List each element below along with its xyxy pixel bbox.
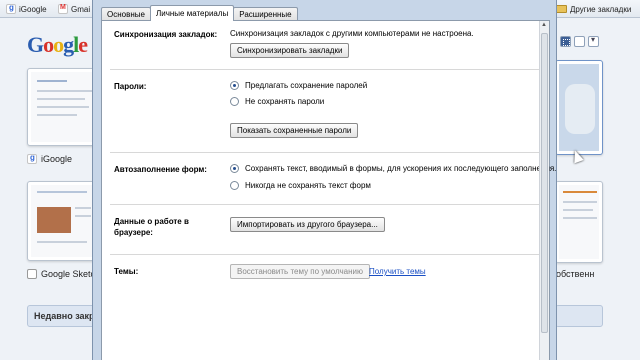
most-visited-thumbnail[interactable] bbox=[555, 60, 603, 155]
sync-status-text: Синхронизация закладок с другими компьют… bbox=[230, 29, 474, 38]
dialog-tabs: Основные Личные материалы Расширенные bbox=[101, 5, 298, 21]
never-save-form-text-label: Никогда не сохранять текст форм bbox=[245, 181, 371, 190]
scrollbar-thumb[interactable] bbox=[541, 33, 548, 333]
offer-save-passwords-label: Предлагать сохранение паролей bbox=[245, 81, 368, 90]
thumbnail-title: iGoogle bbox=[41, 154, 73, 164]
passwords-section: Пароли: Предлагать сохранение паролей Не… bbox=[114, 77, 538, 141]
recently-closed-section[interactable]: Недавно закр bbox=[27, 305, 99, 327]
thumbnail-preview bbox=[31, 185, 93, 257]
folder-icon bbox=[556, 5, 567, 13]
radio-unchecked-icon[interactable] bbox=[230, 181, 239, 190]
themes-label: Темы: bbox=[114, 267, 139, 276]
thumbnail-preview bbox=[31, 72, 93, 142]
vertical-scrollbar[interactable]: ▲ bbox=[539, 21, 549, 360]
igoogle-favicon-icon bbox=[6, 3, 16, 14]
themes-section: Темы: Восстановить тему по умолчанию Пол… bbox=[114, 263, 538, 287]
recently-closed-section bbox=[555, 305, 603, 327]
thumbnail-image bbox=[37, 207, 71, 233]
sync-bookmarks-button[interactable]: Синхронизировать закладки bbox=[230, 43, 350, 58]
autofill-section: Автозаполнение форм: Сохранять текст, вв… bbox=[114, 161, 556, 197]
never-save-form-text-option[interactable]: Никогда не сохранять текст форм bbox=[230, 181, 371, 190]
section-divider bbox=[110, 69, 543, 70]
recently-closed-label: Недавно закр bbox=[34, 311, 95, 321]
thumbnail-title-row[interactable]: Google Sketch bbox=[27, 269, 100, 279]
thumbnail-preview bbox=[559, 64, 599, 151]
google-logo: Google bbox=[27, 32, 88, 57]
tab-under-the-hood[interactable]: Расширенные bbox=[233, 7, 298, 21]
import-from-browser-button[interactable]: Импортировать из другого браузера... bbox=[230, 217, 385, 232]
tab-basics[interactable]: Основные bbox=[101, 7, 151, 21]
thumbnail-preview bbox=[559, 185, 599, 259]
never-save-passwords-option[interactable]: Не сохранять пароли bbox=[230, 97, 324, 106]
scroll-up-arrow-icon[interactable]: ▲ bbox=[541, 22, 547, 28]
radio-checked-icon[interactable] bbox=[230, 164, 239, 173]
thumbnail-title-row[interactable]: обственн bbox=[556, 269, 594, 279]
menu-dropdown-icon[interactable] bbox=[588, 35, 599, 47]
thumbnail-view-icon[interactable] bbox=[560, 36, 571, 47]
save-form-text-option[interactable]: Сохранять текст, вводимый в формы, для у… bbox=[230, 164, 556, 173]
radio-checked-icon[interactable] bbox=[230, 81, 239, 90]
autofill-label: Автозаполнение форм: bbox=[114, 165, 207, 174]
thumbnail-title: обственн bbox=[556, 269, 595, 279]
radio-unchecked-icon[interactable] bbox=[230, 97, 239, 106]
options-dialog: Основные Личные материалы Расширенные Си… bbox=[92, 0, 557, 360]
most-visited-thumbnail[interactable] bbox=[27, 181, 97, 261]
show-saved-passwords-button[interactable]: Показать сохраненные пароли bbox=[230, 123, 359, 138]
other-bookmarks-label: Другие закладки bbox=[570, 4, 632, 14]
reset-theme-button[interactable]: Восстановить тему по умолчанию bbox=[230, 264, 370, 279]
bookmark-label: Gmai bbox=[71, 4, 91, 14]
list-view-icon[interactable] bbox=[574, 36, 585, 47]
section-divider bbox=[110, 204, 543, 205]
never-save-passwords-label: Не сохранять пароли bbox=[245, 97, 325, 106]
offer-save-passwords-option[interactable]: Предлагать сохранение паролей bbox=[230, 81, 367, 90]
bookmark-igoogle[interactable]: iGoogle bbox=[6, 3, 47, 15]
ntp-view-buttons bbox=[560, 35, 599, 47]
section-divider bbox=[110, 152, 543, 153]
tab-content-personal-stuff: Синхронизация закладок: Синхронизация за… bbox=[101, 20, 556, 360]
tab-personal-stuff[interactable]: Личные материалы bbox=[149, 5, 235, 21]
thumbnail-title-row[interactable]: iGoogle bbox=[27, 153, 73, 164]
other-bookmarks-button[interactable]: Другие закладки bbox=[556, 3, 631, 15]
passwords-label: Пароли: bbox=[114, 82, 147, 91]
gmail-favicon-icon bbox=[58, 4, 68, 14]
most-visited-thumbnail[interactable] bbox=[555, 181, 603, 263]
sync-section: Синхронизация закладок: Синхронизация за… bbox=[114, 27, 538, 67]
map-region bbox=[565, 84, 595, 134]
save-form-text-label: Сохранять текст, вводимый в формы, для у… bbox=[245, 164, 557, 173]
section-divider bbox=[110, 254, 543, 255]
bookmark-label: iGoogle bbox=[19, 4, 47, 14]
bookmark-gmail[interactable]: Gmai bbox=[58, 3, 90, 15]
browsing-data-section: Данные о работе в браузере: Импортироват… bbox=[114, 213, 538, 247]
browsing-data-label: Данные о работе в браузере: bbox=[114, 217, 189, 237]
sync-label: Синхронизация закладок: bbox=[114, 30, 218, 39]
get-themes-link[interactable]: Получить темы bbox=[369, 267, 426, 276]
page-favicon-icon bbox=[27, 269, 37, 279]
igoogle-favicon-icon bbox=[27, 153, 37, 164]
most-visited-thumbnail[interactable] bbox=[27, 68, 97, 146]
